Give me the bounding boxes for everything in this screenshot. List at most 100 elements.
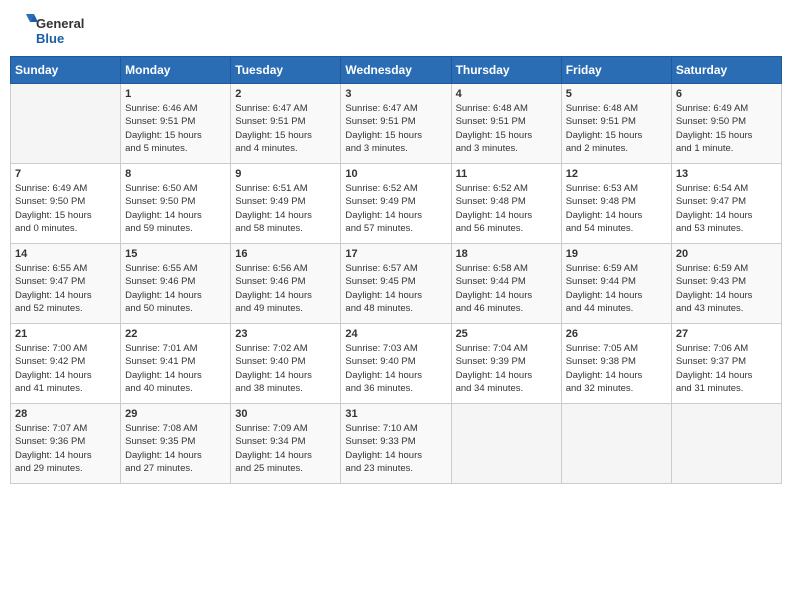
- calendar-cell: [11, 84, 121, 164]
- calendar-cell: 1 Sunrise: 6:46 AM Sunset: 9:51 PM Daylig…: [121, 84, 231, 164]
- calendar-cell: 2 Sunrise: 6:47 AM Sunset: 9:51 PM Daylig…: [231, 84, 341, 164]
- cell-info: Sunrise: 7:03 AM Sunset: 9:40 PM Dayligh…: [345, 342, 446, 395]
- cell-info: Sunrise: 7:08 AM Sunset: 9:35 PM Dayligh…: [125, 422, 226, 475]
- cell-info: Sunrise: 7:09 AM Sunset: 9:34 PM Dayligh…: [235, 422, 336, 475]
- header-cell-friday: Friday: [561, 57, 671, 84]
- day-number: 3: [345, 88, 446, 100]
- header-cell-wednesday: Wednesday: [341, 57, 451, 84]
- day-number: 15: [125, 248, 226, 260]
- calendar-cell: 3 Sunrise: 6:47 AM Sunset: 9:51 PM Daylig…: [341, 84, 451, 164]
- day-number: 9: [235, 168, 336, 180]
- calendar-cell: [561, 404, 671, 484]
- day-number: 4: [456, 88, 557, 100]
- calendar-cell: 20 Sunrise: 6:59 AM Sunset: 9:43 PM Dayli…: [671, 244, 781, 324]
- day-number: 2: [235, 88, 336, 100]
- day-number: 17: [345, 248, 446, 260]
- week-row-2: 14 Sunrise: 6:55 AM Sunset: 9:47 PM Dayli…: [11, 244, 782, 324]
- header-row: SundayMondayTuesdayWednesdayThursdayFrid…: [11, 57, 782, 84]
- calendar-cell: 13 Sunrise: 6:54 AM Sunset: 9:47 PM Dayli…: [671, 164, 781, 244]
- week-row-1: 7 Sunrise: 6:49 AM Sunset: 9:50 PM Daylig…: [11, 164, 782, 244]
- day-number: 5: [566, 88, 667, 100]
- calendar-body: 1 Sunrise: 6:46 AM Sunset: 9:51 PM Daylig…: [11, 84, 782, 484]
- calendar-cell: 24 Sunrise: 7:03 AM Sunset: 9:40 PM Dayli…: [341, 324, 451, 404]
- calendar-cell: 12Sunrise: 6:53 AM Sunset: 9:48 PM Dayli…: [561, 164, 671, 244]
- cell-info: Sunrise: 6:54 AM Sunset: 9:47 PM Dayligh…: [676, 182, 777, 235]
- calendar-cell: 10 Sunrise: 6:52 AM Sunset: 9:49 PM Dayli…: [341, 164, 451, 244]
- day-number: 24: [345, 328, 446, 340]
- week-row-4: 28Sunrise: 7:07 AM Sunset: 9:36 PM Dayli…: [11, 404, 782, 484]
- calendar-cell: 29 Sunrise: 7:08 AM Sunset: 9:35 PM Dayli…: [121, 404, 231, 484]
- calendar-cell: [671, 404, 781, 484]
- day-number: 19: [566, 248, 667, 260]
- calendar-cell: 5 Sunrise: 6:48 AM Sunset: 9:51 PM Daylig…: [561, 84, 671, 164]
- calendar-cell: 17 Sunrise: 6:57 AM Sunset: 9:45 PM Dayli…: [341, 244, 451, 324]
- cell-info: Sunrise: 6:47 AM Sunset: 9:51 PM Dayligh…: [235, 102, 336, 155]
- day-number: 29: [125, 408, 226, 420]
- week-row-3: 21 Sunrise: 7:00 AM Sunset: 9:42 PM Dayli…: [11, 324, 782, 404]
- calendar-cell: 21 Sunrise: 7:00 AM Sunset: 9:42 PM Dayli…: [11, 324, 121, 404]
- day-number: 20: [676, 248, 777, 260]
- day-number: 13: [676, 168, 777, 180]
- logo: General Blue: [10, 10, 90, 50]
- calendar-cell: 6 Sunrise: 6:49 AM Sunset: 9:50 PM Daylig…: [671, 84, 781, 164]
- day-number: 18: [456, 248, 557, 260]
- cell-info: Sunrise: 6:59 AM Sunset: 9:44 PM Dayligh…: [566, 262, 667, 315]
- cell-info: Sunrise: 6:56 AM Sunset: 9:46 PM Dayligh…: [235, 262, 336, 315]
- header-cell-saturday: Saturday: [671, 57, 781, 84]
- day-number: 21: [15, 328, 116, 340]
- cell-info: Sunrise: 6:52 AM Sunset: 9:48 PM Dayligh…: [456, 182, 557, 235]
- cell-info: Sunrise: 6:52 AM Sunset: 9:49 PM Dayligh…: [345, 182, 446, 235]
- day-number: 25: [456, 328, 557, 340]
- page-header: General Blue: [10, 10, 782, 50]
- day-number: 14: [15, 248, 116, 260]
- day-number: 16: [235, 248, 336, 260]
- day-number: 11: [456, 168, 557, 180]
- day-number: 7: [15, 168, 116, 180]
- calendar-cell: 19 Sunrise: 6:59 AM Sunset: 9:44 PM Dayli…: [561, 244, 671, 324]
- cell-info: Sunrise: 6:51 AM Sunset: 9:49 PM Dayligh…: [235, 182, 336, 235]
- day-number: 12: [566, 168, 667, 180]
- svg-text:Blue: Blue: [36, 31, 64, 46]
- day-number: 31: [345, 408, 446, 420]
- calendar-cell: 4 Sunrise: 6:48 AM Sunset: 9:51 PM Daylig…: [451, 84, 561, 164]
- header-cell-thursday: Thursday: [451, 57, 561, 84]
- cell-info: Sunrise: 7:05 AM Sunset: 9:38 PM Dayligh…: [566, 342, 667, 395]
- calendar-cell: 14 Sunrise: 6:55 AM Sunset: 9:47 PM Dayli…: [11, 244, 121, 324]
- cell-info: Sunrise: 6:48 AM Sunset: 9:51 PM Dayligh…: [566, 102, 667, 155]
- cell-info: Sunrise: 6:47 AM Sunset: 9:51 PM Dayligh…: [345, 102, 446, 155]
- cell-info: Sunrise: 6:55 AM Sunset: 9:47 PM Dayligh…: [15, 262, 116, 315]
- cell-info: Sunrise: 6:46 AM Sunset: 9:51 PM Dayligh…: [125, 102, 226, 155]
- day-number: 6: [676, 88, 777, 100]
- calendar-header: SundayMondayTuesdayWednesdayThursdayFrid…: [11, 57, 782, 84]
- logo-svg: General Blue: [10, 10, 90, 50]
- cell-info: Sunrise: 6:49 AM Sunset: 9:50 PM Dayligh…: [676, 102, 777, 155]
- cell-info: Sunrise: 6:58 AM Sunset: 9:44 PM Dayligh…: [456, 262, 557, 315]
- day-number: 22: [125, 328, 226, 340]
- svg-text:General: General: [36, 16, 84, 31]
- calendar-cell: 23Sunrise: 7:02 AM Sunset: 9:40 PM Dayli…: [231, 324, 341, 404]
- calendar-cell: 11 Sunrise: 6:52 AM Sunset: 9:48 PM Dayli…: [451, 164, 561, 244]
- calendar-cell: 7 Sunrise: 6:49 AM Sunset: 9:50 PM Daylig…: [11, 164, 121, 244]
- calendar-cell: 28Sunrise: 7:07 AM Sunset: 9:36 PM Dayli…: [11, 404, 121, 484]
- calendar-cell: 15Sunrise: 6:55 AM Sunset: 9:46 PM Dayli…: [121, 244, 231, 324]
- cell-info: Sunrise: 6:49 AM Sunset: 9:50 PM Dayligh…: [15, 182, 116, 235]
- calendar-cell: 22 Sunrise: 7:01 AM Sunset: 9:41 PM Dayli…: [121, 324, 231, 404]
- week-row-0: 1 Sunrise: 6:46 AM Sunset: 9:51 PM Daylig…: [11, 84, 782, 164]
- header-cell-tuesday: Tuesday: [231, 57, 341, 84]
- cell-info: Sunrise: 6:59 AM Sunset: 9:43 PM Dayligh…: [676, 262, 777, 315]
- cell-info: Sunrise: 6:57 AM Sunset: 9:45 PM Dayligh…: [345, 262, 446, 315]
- header-cell-monday: Monday: [121, 57, 231, 84]
- cell-info: Sunrise: 7:00 AM Sunset: 9:42 PM Dayligh…: [15, 342, 116, 395]
- header-cell-sunday: Sunday: [11, 57, 121, 84]
- calendar-cell: 16 Sunrise: 6:56 AM Sunset: 9:46 PM Dayli…: [231, 244, 341, 324]
- cell-info: Sunrise: 6:48 AM Sunset: 9:51 PM Dayligh…: [456, 102, 557, 155]
- day-number: 10: [345, 168, 446, 180]
- calendar-cell: 9 Sunrise: 6:51 AM Sunset: 9:49 PM Daylig…: [231, 164, 341, 244]
- cell-info: Sunrise: 6:50 AM Sunset: 9:50 PM Dayligh…: [125, 182, 226, 235]
- calendar-cell: 30Sunrise: 7:09 AM Sunset: 9:34 PM Dayli…: [231, 404, 341, 484]
- day-number: 1: [125, 88, 226, 100]
- cell-info: Sunrise: 7:02 AM Sunset: 9:40 PM Dayligh…: [235, 342, 336, 395]
- calendar-cell: 26Sunrise: 7:05 AM Sunset: 9:38 PM Dayli…: [561, 324, 671, 404]
- cell-info: Sunrise: 7:01 AM Sunset: 9:41 PM Dayligh…: [125, 342, 226, 395]
- calendar-cell: 18 Sunrise: 6:58 AM Sunset: 9:44 PM Dayli…: [451, 244, 561, 324]
